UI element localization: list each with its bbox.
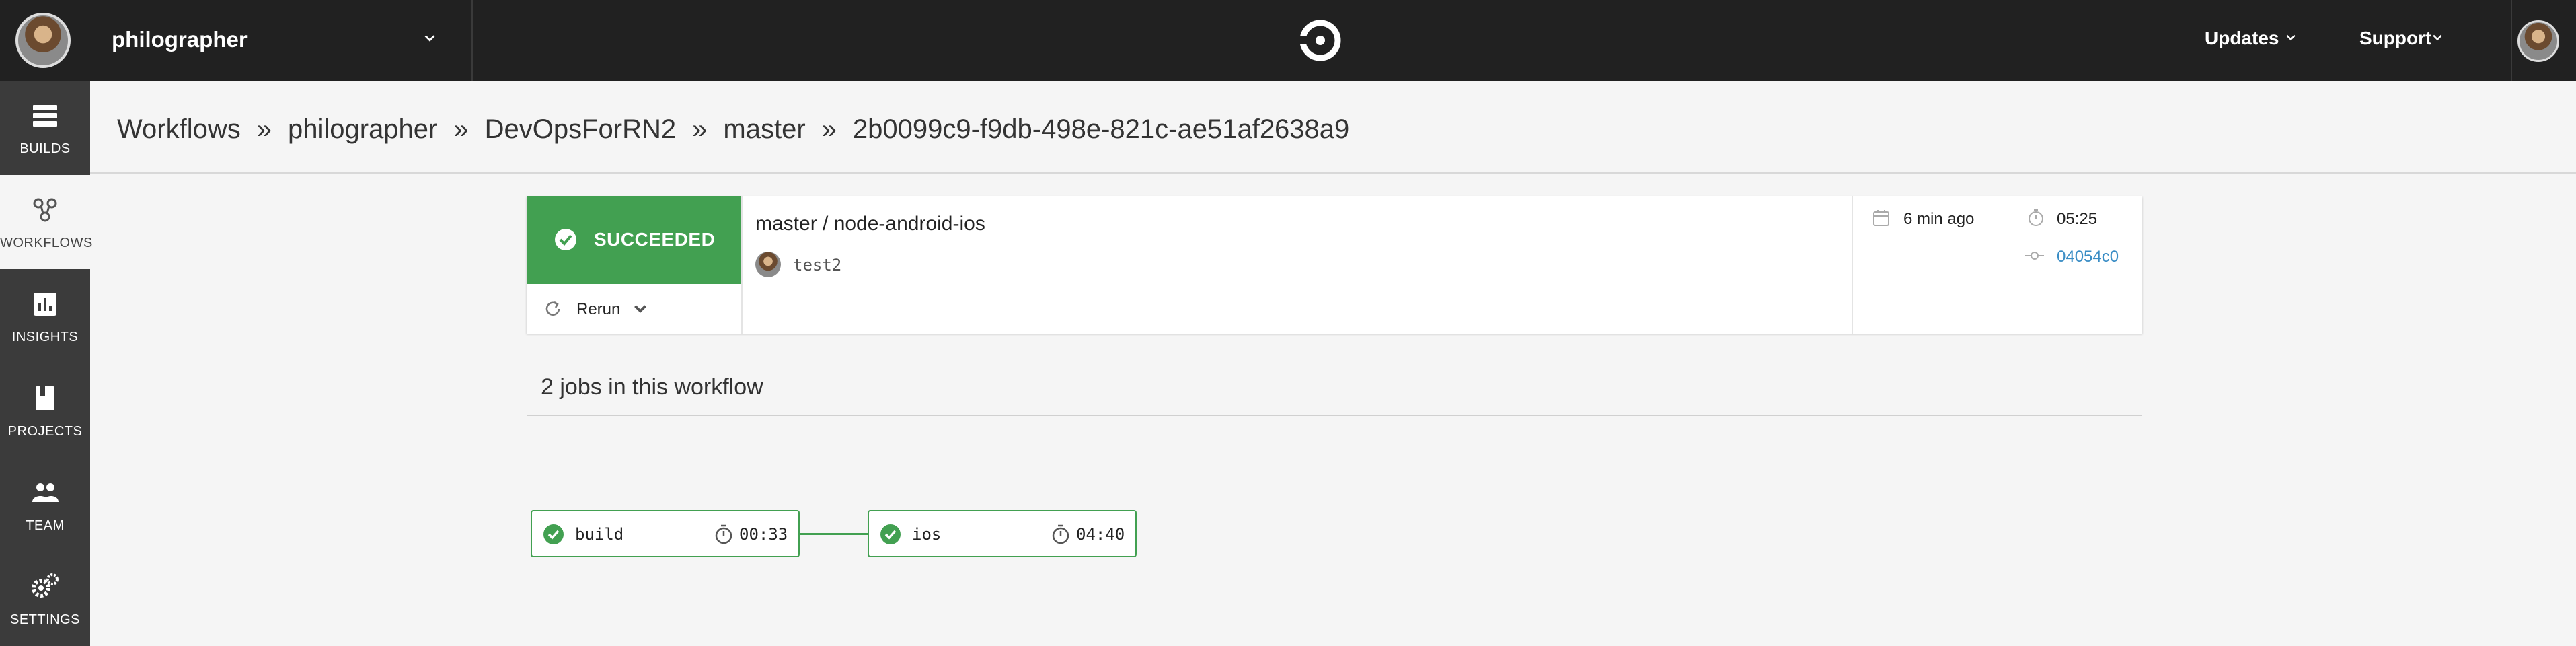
breadcrumb-separator: » <box>453 114 469 144</box>
workflow-card: SUCCEEDED Rerun master / node-android-io… <box>527 196 2142 334</box>
divider <box>2511 0 2512 81</box>
breadcrumb-item-org[interactable]: philographer <box>288 114 437 144</box>
timer-icon <box>1052 524 1069 544</box>
divider <box>471 0 473 81</box>
breadcrumb-separator: » <box>821 114 837 144</box>
job-name: build <box>575 525 624 544</box>
commit-icon <box>2025 252 2044 260</box>
circleci-logo-icon[interactable] <box>1299 19 1342 62</box>
job-ios[interactable]: ios 04:40 <box>868 510 1137 557</box>
builds-icon <box>33 105 57 127</box>
check-circle-icon <box>555 229 576 250</box>
breadcrumb-separator: » <box>692 114 708 144</box>
sidebar-item-label: PROJECTS <box>7 424 83 439</box>
jobs-title: 2 jobs in this workflow <box>541 374 763 400</box>
breadcrumb-item-project[interactable]: DevOpsForRN2 <box>485 114 677 144</box>
breadcrumb-bar: Workflows » philographer » DevOpsForRN2 » mast… <box>90 81 2576 174</box>
chevron-down-icon[interactable] <box>422 31 437 46</box>
divider <box>1852 196 1853 334</box>
job-connector <box>799 533 868 535</box>
breadcrumb: Workflows » philographer » DevOpsForRN2 » mast… <box>117 113 1349 145</box>
chevron-down-icon[interactable] <box>632 300 649 318</box>
workflows-icon <box>33 198 57 222</box>
job-name: ios <box>912 525 942 544</box>
sidebar-item-label: BUILDS <box>20 141 71 156</box>
started-time: 6 min ago <box>1903 210 1975 228</box>
status-badge: SUCCEEDED <box>527 196 742 284</box>
sidebar-item-workflows[interactable]: WORKFLOWS <box>0 175 93 269</box>
job-time: 04:40 <box>1076 525 1125 544</box>
rerun-label: Rerun <box>576 300 621 318</box>
chevron-down-icon[interactable] <box>2284 31 2298 44</box>
status-text: SUCCEEDED <box>594 229 716 250</box>
workflow-name[interactable]: master / node-android-ios <box>755 213 985 236</box>
rerun-button[interactable]: Rerun <box>527 284 742 334</box>
divider <box>741 196 743 334</box>
sidebar-item-insights[interactable]: INSIGHTS <box>0 269 90 363</box>
timer-icon <box>715 524 732 544</box>
org-avatar[interactable] <box>15 13 71 68</box>
org-name[interactable]: philographer <box>112 27 248 52</box>
team-icon <box>32 483 59 502</box>
timer-icon <box>2029 209 2043 226</box>
sidebar-item-label: TEAM <box>26 518 65 533</box>
top-bar: philographer Updates Support <box>0 0 2576 81</box>
sidebar-item-settings[interactable]: SETTINGS <box>0 552 90 646</box>
support-menu[interactable]: Support <box>2359 28 2431 49</box>
divider <box>527 415 2142 416</box>
calendar-icon <box>1873 210 1889 226</box>
commit-message: test2 <box>793 256 842 275</box>
breadcrumb-separator: » <box>256 114 272 144</box>
breadcrumb-item-workflow-id: 2b0099c9-f9db-498e-821c-ae51af2638a9 <box>852 114 1350 144</box>
settings-icon <box>32 573 59 598</box>
avatar <box>755 252 781 277</box>
job-time: 00:33 <box>739 525 788 544</box>
sidebar-item-label: INSIGHTS <box>11 330 79 345</box>
sidebar: BUILDS WORKFLOWS INSIGHTS PROJECTS TEAM … <box>0 81 93 646</box>
sidebar-item-label: WORKFLOWS <box>0 236 93 250</box>
breadcrumb-item-branch[interactable]: master <box>723 114 805 144</box>
breadcrumb-item-workflows[interactable]: Workflows <box>117 114 241 144</box>
updates-menu[interactable]: Updates <box>2205 28 2279 49</box>
projects-icon <box>36 386 54 410</box>
duration: 05:25 <box>2057 210 2098 228</box>
sidebar-item-team[interactable]: TEAM <box>0 458 90 552</box>
insights-icon <box>34 293 56 316</box>
check-circle-icon <box>543 524 564 544</box>
refresh-icon <box>545 301 560 316</box>
sidebar-item-projects[interactable]: PROJECTS <box>0 363 90 458</box>
sidebar-item-label: SETTINGS <box>9 612 80 627</box>
chevron-down-icon[interactable] <box>2431 31 2444 44</box>
sidebar-item-builds[interactable]: BUILDS <box>0 81 90 175</box>
user-avatar[interactable] <box>2517 20 2559 62</box>
commit-hash-link[interactable]: 04054c0 <box>2057 248 2119 266</box>
check-circle-icon <box>880 524 901 544</box>
job-build[interactable]: build 00:33 <box>531 510 800 557</box>
